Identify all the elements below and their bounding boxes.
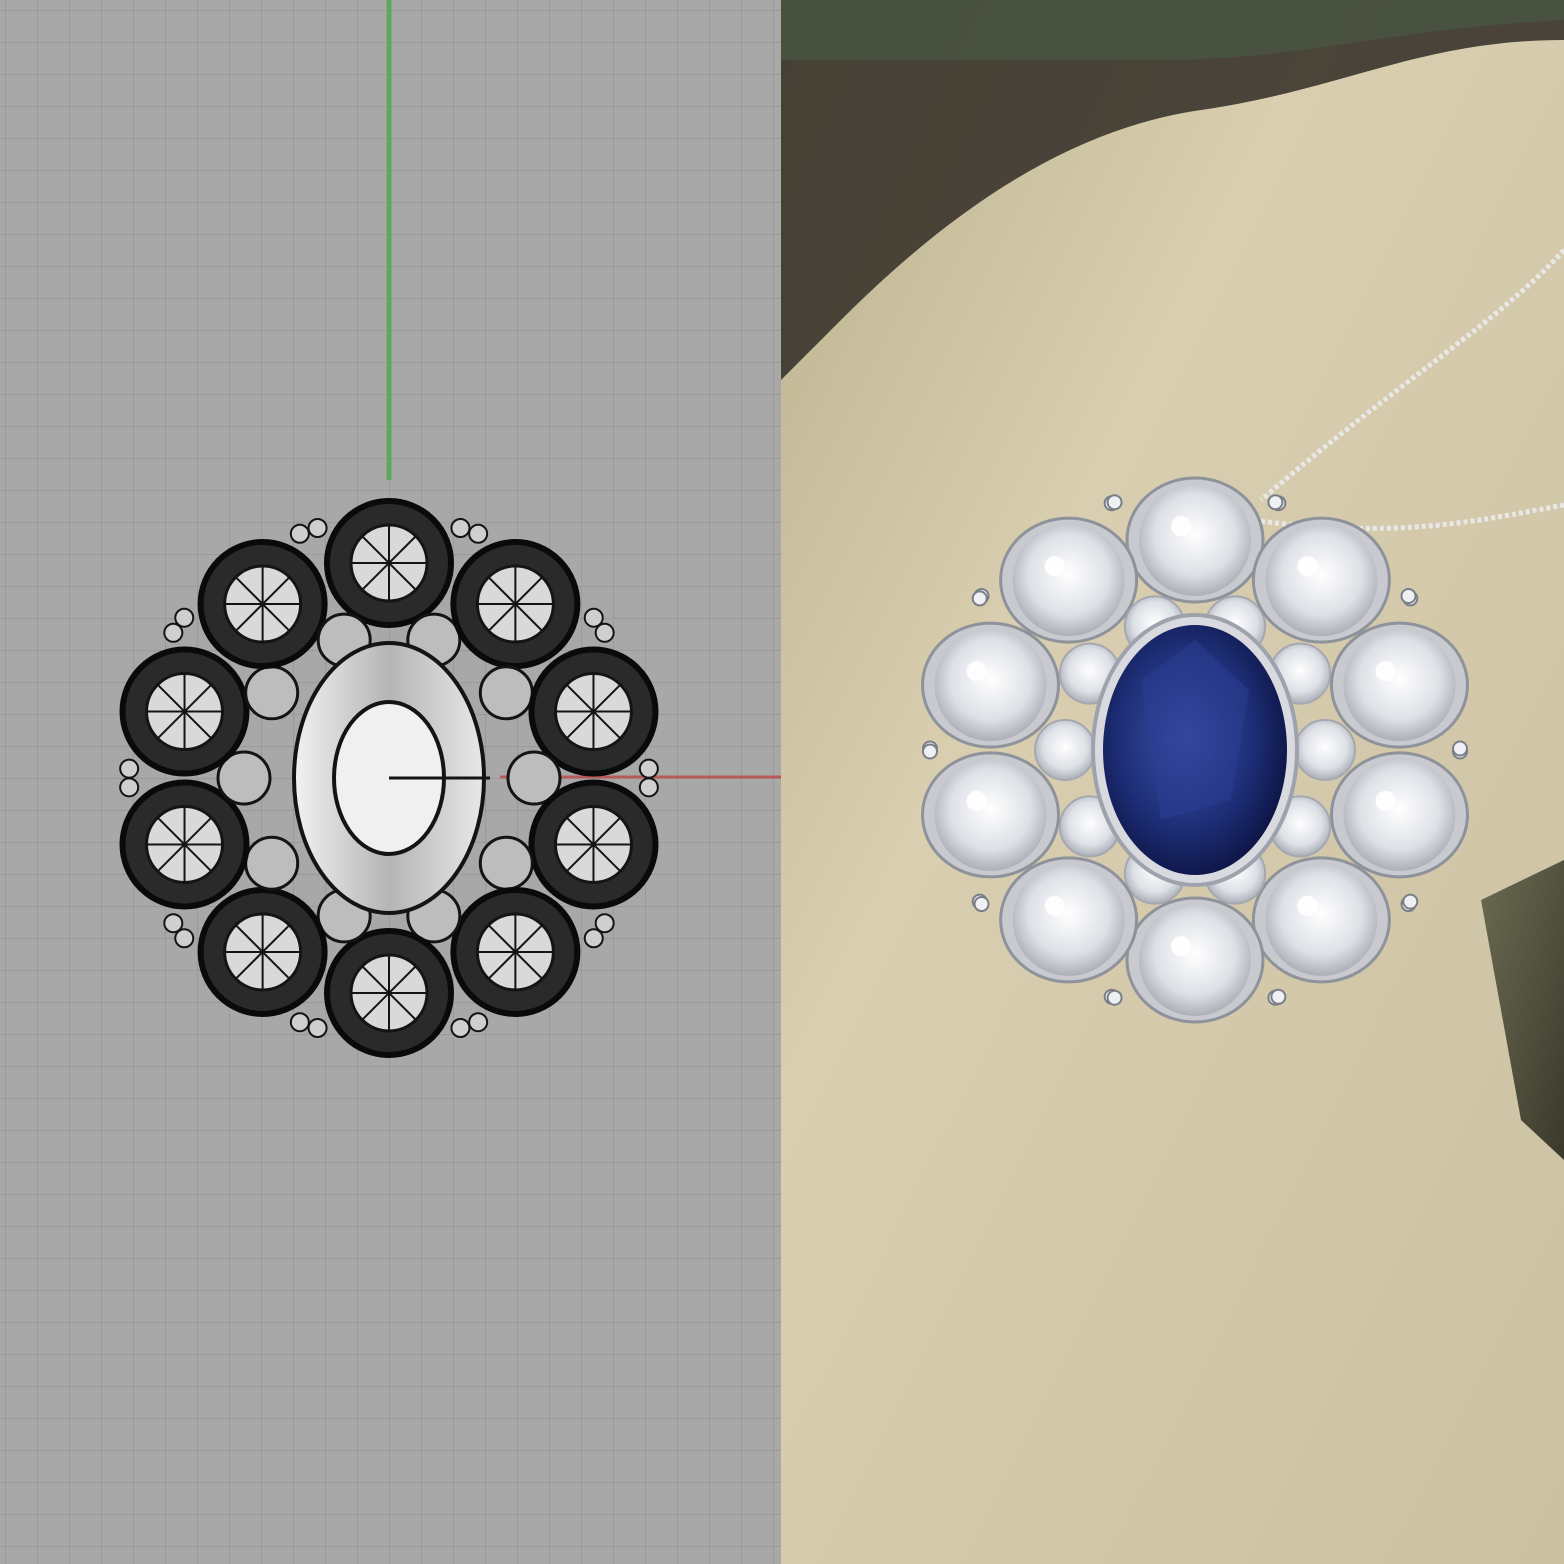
center-sapphire bbox=[1091, 613, 1299, 887]
cad-viewport-panel bbox=[0, 0, 781, 1564]
product-photo-panel bbox=[781, 0, 1564, 1564]
product-photo-canvas bbox=[781, 0, 1564, 1564]
comparison-image bbox=[0, 0, 1564, 1564]
cad-viewport-canvas bbox=[0, 0, 781, 1564]
